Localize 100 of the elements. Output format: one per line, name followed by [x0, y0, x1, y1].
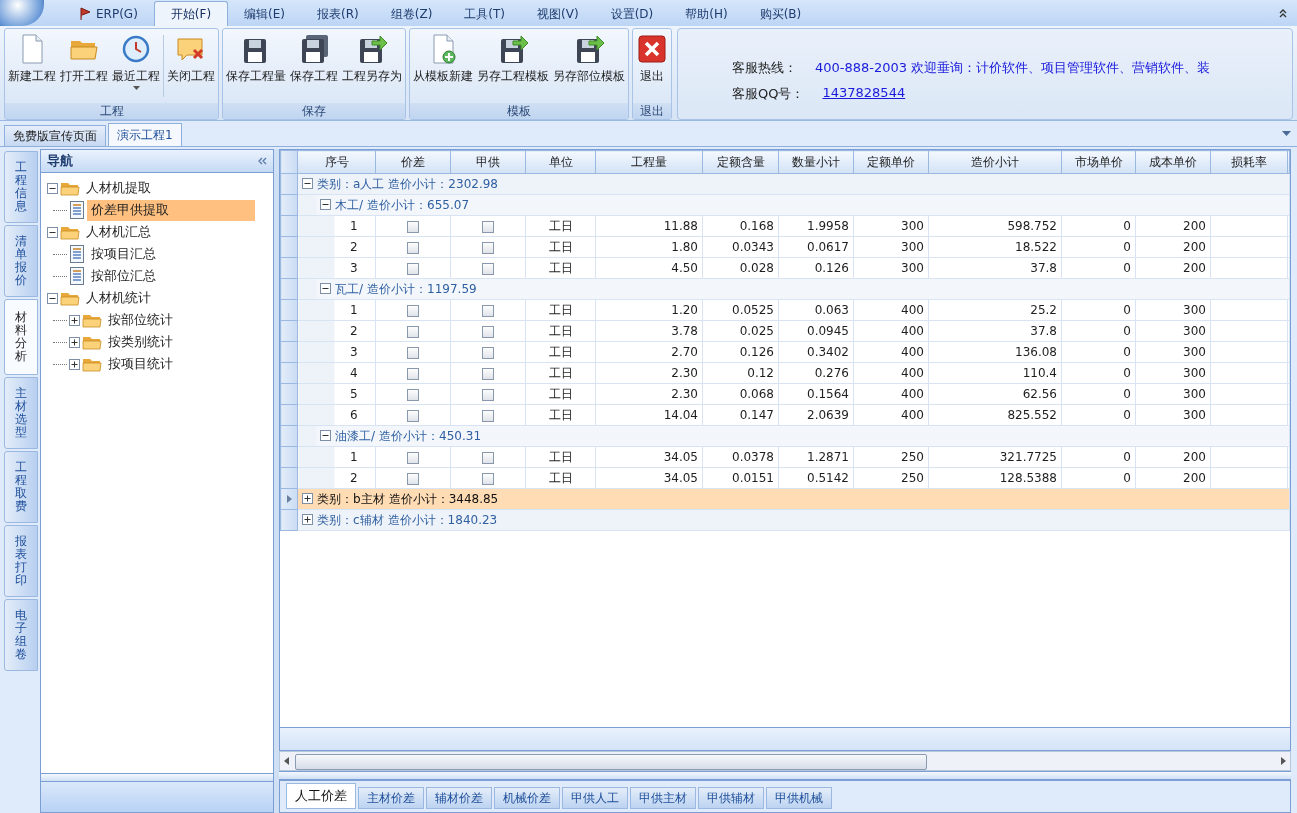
- menu-tab[interactable]: 开始(F): [153, 1, 229, 26]
- menu-tab[interactable]: 设置(D): [594, 2, 670, 26]
- side-tab[interactable]: 清单报价: [4, 225, 38, 297]
- side-tab[interactable]: 工程信息: [4, 151, 38, 223]
- checkbox[interactable]: [482, 472, 494, 485]
- splitter-handle[interactable]: [41, 773, 273, 782]
- side-tab[interactable]: 工程取费: [4, 451, 38, 523]
- column-header[interactable]: 单位: [525, 150, 596, 174]
- menu-tab[interactable]: 视图(V): [521, 2, 595, 26]
- sheet-tab[interactable]: 甲供辅材: [698, 787, 764, 809]
- tree-item[interactable]: 按部位汇总: [87, 265, 160, 287]
- checkbox[interactable]: [407, 409, 419, 422]
- checkbox[interactable]: [482, 262, 494, 275]
- checkbox[interactable]: [482, 388, 494, 401]
- menu-tab[interactable]: 报表(R): [301, 2, 375, 26]
- checkbox[interactable]: [482, 451, 494, 464]
- checkbox[interactable]: [407, 262, 419, 275]
- checkbox[interactable]: [482, 220, 494, 233]
- column-header[interactable]: 损耗率: [1210, 150, 1288, 174]
- column-header[interactable]: 造价小计: [928, 150, 1062, 174]
- scroll-right-icon[interactable]: [1281, 757, 1286, 765]
- horizontal-scrollbar[interactable]: [279, 751, 1291, 771]
- checkbox[interactable]: [407, 325, 419, 338]
- column-header[interactable]: 甲供: [450, 150, 526, 174]
- checkbox[interactable]: [482, 325, 494, 338]
- checkbox[interactable]: [407, 220, 419, 233]
- app-logo-icon[interactable]: [0, 0, 44, 26]
- tree-item[interactable]: 按部位统计: [104, 309, 177, 331]
- tree-item[interactable]: 人材机汇总: [82, 221, 155, 243]
- column-header[interactable]: 序号: [297, 150, 376, 174]
- collapse-icon[interactable]: [302, 177, 313, 189]
- ribbon-button[interactable]: 工程另存为: [340, 31, 404, 101]
- ribbon-button[interactable]: 另存工程模板: [475, 31, 551, 101]
- side-tab[interactable]: 电子组卷: [4, 599, 38, 671]
- column-header[interactable]: 定额含量: [702, 150, 779, 174]
- checkbox[interactable]: [407, 304, 419, 317]
- checkbox[interactable]: [407, 241, 419, 254]
- menu-tab[interactable]: 工具(T): [448, 2, 522, 26]
- sheet-tab[interactable]: 主材价差: [358, 787, 424, 809]
- checkbox[interactable]: [482, 304, 494, 317]
- checkbox[interactable]: [407, 472, 419, 485]
- side-tab[interactable]: 报表打印: [4, 525, 38, 597]
- column-header[interactable]: 价差: [375, 150, 451, 174]
- dropdown-icon[interactable]: [1282, 131, 1291, 136]
- checkbox[interactable]: [482, 241, 494, 254]
- collapse-icon[interactable]: [47, 182, 58, 194]
- sheet-tab[interactable]: 机械价差: [494, 787, 560, 809]
- expand-icon[interactable]: [69, 336, 80, 348]
- ribbon-button[interactable]: 最近工程: [110, 31, 162, 101]
- collapse-icon[interactable]: [47, 292, 58, 304]
- sheet-tab[interactable]: 辅材价差: [426, 787, 492, 809]
- sheet-tab[interactable]: 甲供人工: [562, 787, 628, 809]
- side-tab[interactable]: 主材选型: [4, 377, 38, 449]
- menu-tab[interactable]: 组卷(Z): [374, 2, 449, 26]
- tree-item[interactable]: 按项目汇总: [87, 243, 160, 265]
- ribbon-button[interactable]: 从模板新建: [411, 31, 475, 101]
- ribbon-button[interactable]: 保存工程: [288, 31, 340, 101]
- side-tab[interactable]: 材料分析: [4, 299, 38, 375]
- column-header[interactable]: 成本单价: [1135, 150, 1211, 174]
- sheet-tab[interactable]: 甲供机械: [766, 787, 832, 809]
- ribbon-button[interactable]: 保存工程量: [224, 31, 288, 101]
- scroll-left-icon[interactable]: [284, 757, 289, 765]
- tree-item[interactable]: 按类别统计: [104, 331, 177, 353]
- collapse-icon[interactable]: [47, 226, 58, 238]
- qq-link[interactable]: 1437828544: [822, 85, 906, 103]
- document-tab[interactable]: 演示工程1: [108, 123, 182, 146]
- checkbox[interactable]: [482, 367, 494, 380]
- checkbox[interactable]: [407, 451, 419, 464]
- checkbox[interactable]: [482, 409, 494, 422]
- ribbon-button[interactable]: 关闭工程: [165, 31, 217, 101]
- collapse-panel-icon[interactable]: [257, 157, 267, 165]
- column-header[interactable]: 数量小计: [778, 150, 854, 174]
- expand-icon[interactable]: [302, 492, 313, 504]
- collapse-icon[interactable]: [320, 429, 331, 441]
- expand-icon[interactable]: [69, 314, 80, 326]
- checkbox[interactable]: [407, 388, 419, 401]
- tree-item[interactable]: 价差甲供提取: [87, 199, 255, 221]
- collapse-ribbon-icon[interactable]: [1277, 7, 1289, 19]
- expand-icon[interactable]: [69, 358, 80, 370]
- column-header[interactable]: 工程量: [595, 150, 703, 174]
- sheet-tab[interactable]: 人工价差: [286, 783, 356, 809]
- column-header[interactable]: 市场单价: [1061, 150, 1136, 174]
- scrollbar-thumb[interactable]: [295, 754, 927, 770]
- column-header[interactable]: 定额单价: [853, 150, 929, 174]
- ribbon-button[interactable]: 退出: [634, 31, 670, 101]
- tree-item[interactable]: 按项目统计: [104, 353, 177, 375]
- menu-tab[interactable]: 帮助(H): [669, 2, 744, 26]
- ribbon-button[interactable]: 打开工程: [58, 31, 110, 101]
- expand-icon[interactable]: [302, 513, 313, 525]
- tree-item[interactable]: 人材机提取: [82, 177, 155, 199]
- tree-item[interactable]: 人材机统计: [82, 287, 155, 309]
- menu-tab[interactable]: 购买(B): [743, 2, 818, 26]
- splitter-handle[interactable]: [274, 149, 279, 813]
- ribbon-button[interactable]: 另存部位模板: [551, 31, 627, 101]
- menu-tab[interactable]: ERP(G): [62, 2, 154, 26]
- checkbox[interactable]: [482, 346, 494, 359]
- splitter-handle[interactable]: [279, 771, 1291, 780]
- collapse-icon[interactable]: [320, 282, 331, 294]
- menu-tab[interactable]: 编辑(E): [228, 2, 302, 26]
- sheet-tab[interactable]: 甲供主材: [630, 787, 696, 809]
